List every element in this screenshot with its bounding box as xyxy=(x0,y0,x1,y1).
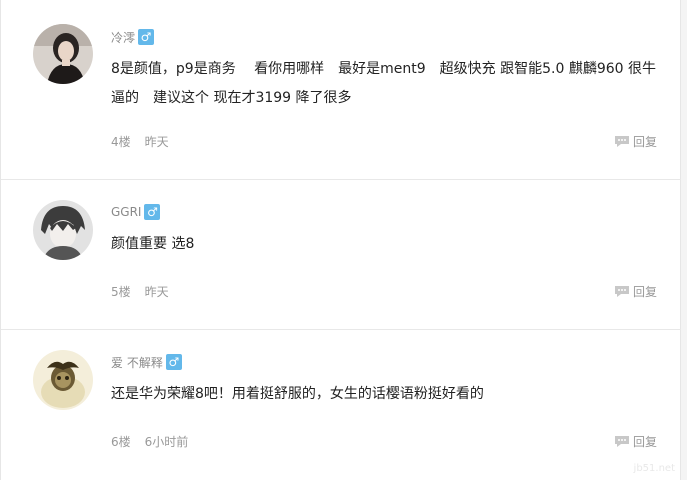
comment-meta: 4楼 昨天 xyxy=(111,133,169,150)
reply-button[interactable]: 回复 xyxy=(614,283,657,300)
reply-button[interactable]: 回复 xyxy=(614,433,657,450)
username[interactable]: GGRI xyxy=(111,205,141,219)
username[interactable]: 爱 不解释 xyxy=(111,354,163,371)
comment-list: 冷澪 ♂ 8是颜值，p9是商务 看你用哪样 最好是ment9 超级快充 跟智能5… xyxy=(0,0,682,480)
username-row: 冷澪 ♂ xyxy=(111,28,155,46)
reply-label: 回复 xyxy=(633,285,658,299)
floor-number: 5楼 xyxy=(111,285,131,299)
avatar[interactable] xyxy=(33,200,93,260)
comment-meta: 5楼 昨天 xyxy=(111,283,169,300)
comment-item: GGRI ♂ 颜值重要 选8 5楼 昨天 回复 xyxy=(1,180,682,330)
comment-item: 爱 不解释 ♂ 还是华为荣耀8吧！用着挺舒服的，女生的话樱语粉挺好看的 6楼 6… xyxy=(1,330,682,480)
comment-item: 冷澪 ♂ 8是颜值，p9是商务 看你用哪样 最好是ment9 超级快充 跟智能5… xyxy=(1,0,682,180)
avatar-anime-boy-icon xyxy=(33,200,93,260)
username-row: 爱 不解释 ♂ xyxy=(111,353,182,371)
avatar-woman-icon xyxy=(33,24,93,84)
comment-meta: 6楼 6小时前 xyxy=(111,433,188,450)
avatar-cartoon-icon xyxy=(33,350,93,410)
watermark: jb51.net xyxy=(633,463,675,474)
speech-bubble-icon xyxy=(615,436,629,447)
reply-label: 回复 xyxy=(633,135,658,149)
speech-bubble-icon xyxy=(615,286,629,297)
username-row: GGRI ♂ xyxy=(111,203,161,221)
male-gender-icon: ♂ xyxy=(165,354,182,370)
floor-number: 4楼 xyxy=(111,135,131,149)
comment-text: 颜值重要 选8 xyxy=(111,236,195,252)
avatar[interactable] xyxy=(33,24,93,84)
post-time: 昨天 xyxy=(144,135,169,149)
avatar[interactable] xyxy=(33,350,93,410)
floor-number: 6楼 xyxy=(111,435,131,449)
comment-text: 8是颜值，p9是商务 看你用哪样 最好是ment9 超级快充 跟智能5.0 麒麟… xyxy=(111,61,657,106)
post-time: 6小时前 xyxy=(144,435,189,449)
username[interactable]: 冷澪 xyxy=(111,29,135,46)
speech-bubble-icon xyxy=(615,136,629,147)
post-time: 昨天 xyxy=(144,285,169,299)
scrollbar-track[interactable] xyxy=(681,0,687,480)
comment-text: 还是华为荣耀8吧！用着挺舒服的，女生的话樱语粉挺好看的 xyxy=(111,386,484,402)
male-gender-icon: ♂ xyxy=(144,204,161,220)
reply-button[interactable]: 回复 xyxy=(614,133,657,150)
male-gender-icon: ♂ xyxy=(138,29,155,45)
reply-label: 回复 xyxy=(633,435,658,449)
